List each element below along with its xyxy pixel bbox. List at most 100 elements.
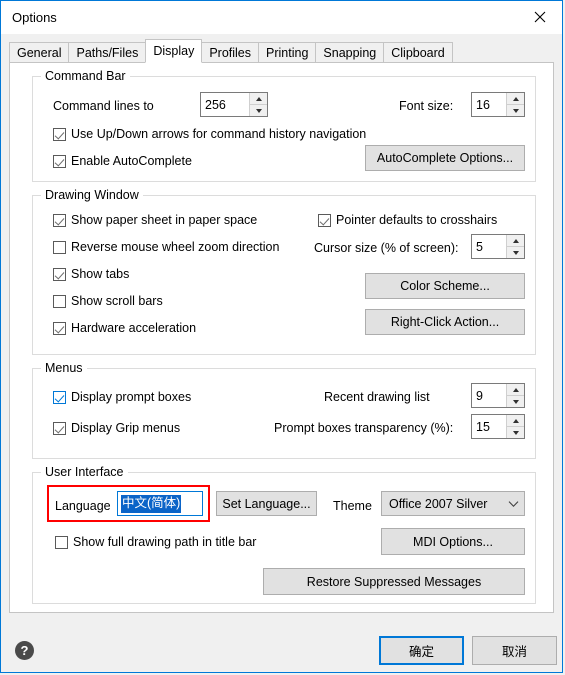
language-label: Language <box>55 499 111 513</box>
group-command-bar: Command Bar Command lines to 256 Font si… <box>32 69 536 182</box>
checkbox-label: Pointer defaults to crosshairs <box>336 213 498 227</box>
recent-drawing-list-stepper[interactable]: 9 <box>471 383 525 408</box>
checkbox-hardware-acceleration[interactable]: Hardware acceleration <box>53 321 196 335</box>
spinner-down-icon[interactable] <box>250 105 267 116</box>
checkbox-label: Show full drawing path in title bar <box>73 535 257 549</box>
checkbox-label: Display Grip menus <box>71 421 181 435</box>
spinner-up-icon[interactable] <box>507 415 524 427</box>
command-lines-label: Command lines to <box>53 99 154 113</box>
checkbox-box-icon <box>318 213 331 227</box>
group-user-interface-legend: User Interface <box>41 465 128 479</box>
language-value: 中文(简体) <box>121 494 182 513</box>
checkbox-box-icon <box>53 321 66 335</box>
group-drawing-window: Drawing Window Show paper sheet in paper… <box>32 188 536 355</box>
tab-strip: General Paths/Files Display Profiles Pri… <box>1 34 562 63</box>
group-menus: Menus Display prompt boxes Display Grip … <box>32 361 536 459</box>
theme-label: Theme <box>333 499 372 513</box>
autocomplete-options-button[interactable]: AutoComplete Options... <box>365 145 525 171</box>
checkbox-box-icon <box>53 213 66 227</box>
checkbox-label: Display prompt boxes <box>71 390 192 404</box>
prompt-transparency-value: 15 <box>476 419 490 434</box>
checkbox-label: Hardware acceleration <box>71 321 197 335</box>
tab-clipboard[interactable]: Clipboard <box>383 42 453 63</box>
checkbox-label: Enable AutoComplete <box>71 154 192 168</box>
restore-suppressed-messages-button[interactable]: Restore Suppressed Messages <box>263 568 525 595</box>
title-bar: Options <box>1 1 562 34</box>
help-icon[interactable]: ? <box>15 641 34 660</box>
tab-printing[interactable]: Printing <box>258 42 317 63</box>
checkbox-box-icon <box>53 294 66 308</box>
language-input[interactable]: 中文(简体) <box>117 491 203 516</box>
tab-display[interactable]: Display <box>145 39 203 63</box>
checkbox-show-full-drawing-path[interactable]: Show full drawing path in title bar <box>55 535 256 549</box>
display-tab-panel: Command Bar Command lines to 256 Font si… <box>9 62 554 613</box>
options-dialog: Options General Paths/Files Display Prof… <box>0 0 563 673</box>
theme-value: Office 2007 Silver <box>389 496 488 511</box>
checkbox-box-icon <box>53 127 66 141</box>
mdi-options-button[interactable]: MDI Options... <box>381 528 525 555</box>
font-size-label: Font size: <box>399 99 454 113</box>
spinner-down-icon[interactable] <box>507 396 524 407</box>
prompt-transparency-arrows <box>506 415 524 438</box>
font-size-stepper[interactable]: 16 <box>471 92 525 117</box>
spinner-up-icon[interactable] <box>507 93 524 105</box>
group-drawing-window-legend: Drawing Window <box>41 188 143 202</box>
checkbox-box-icon <box>53 390 66 404</box>
prompt-transparency-label: Prompt boxes transparency (%): <box>274 421 454 435</box>
checkbox-pointer-defaults-crosshairs[interactable]: Pointer defaults to crosshairs <box>318 213 497 227</box>
tab-paths-files[interactable]: Paths/Files <box>68 42 147 63</box>
checkbox-label: Reverse mouse wheel zoom direction <box>71 240 280 254</box>
cursor-size-arrows <box>506 235 524 258</box>
checkbox-show-tabs[interactable]: Show tabs <box>53 267 129 281</box>
checkbox-show-paper-sheet[interactable]: Show paper sheet in paper space <box>53 213 257 227</box>
tab-snapping[interactable]: Snapping <box>315 42 385 63</box>
cancel-button[interactable]: 取消 <box>472 636 557 665</box>
checkbox-box-icon <box>53 421 66 435</box>
checkbox-enable-autocomplete[interactable]: Enable AutoComplete <box>53 154 192 168</box>
checkbox-label: Show scroll bars <box>71 294 163 308</box>
group-user-interface: User Interface Language 中文(简体) Set Langu… <box>32 465 536 604</box>
ok-button[interactable]: 确定 <box>379 636 464 665</box>
font-size-arrows <box>506 93 524 116</box>
tab-general[interactable]: General <box>9 42 70 63</box>
recent-drawing-list-arrows <box>506 384 524 407</box>
right-click-action-button[interactable]: Right-Click Action... <box>365 309 525 335</box>
checkbox-label: Show paper sheet in paper space <box>71 213 258 227</box>
spinner-down-icon[interactable] <box>507 247 524 258</box>
spinner-down-icon[interactable] <box>507 105 524 116</box>
cursor-size-label: Cursor size (% of screen): <box>314 241 459 255</box>
color-scheme-button[interactable]: Color Scheme... <box>365 273 525 299</box>
checkbox-box-icon <box>55 535 68 549</box>
theme-select[interactable]: Office 2007 Silver <box>381 491 525 516</box>
spinner-down-icon[interactable] <box>507 427 524 438</box>
checkbox-display-prompt-boxes[interactable]: Display prompt boxes <box>53 390 191 404</box>
close-icon[interactable] <box>517 1 562 32</box>
checkbox-box-icon <box>53 240 66 254</box>
spinner-up-icon[interactable] <box>507 384 524 396</box>
checkbox-display-grip-menus[interactable]: Display Grip menus <box>53 421 180 435</box>
chevron-down-icon <box>502 500 524 508</box>
command-lines-arrows <box>249 93 267 116</box>
cursor-size-value: 5 <box>476 239 483 254</box>
cursor-size-stepper[interactable]: 5 <box>471 234 525 259</box>
checkbox-label: Use Up/Down arrows for command history n… <box>71 127 367 141</box>
tab-profiles[interactable]: Profiles <box>201 42 260 63</box>
font-size-value: 16 <box>476 97 490 112</box>
checkbox-box-icon <box>53 154 66 168</box>
recent-drawing-list-label: Recent drawing list <box>324 390 430 404</box>
spinner-up-icon[interactable] <box>507 235 524 247</box>
recent-drawing-list-value: 9 <box>476 388 483 403</box>
checkbox-show-scroll-bars[interactable]: Show scroll bars <box>53 294 163 308</box>
spinner-up-icon[interactable] <box>250 93 267 105</box>
command-lines-stepper[interactable]: 256 <box>200 92 268 117</box>
group-command-bar-legend: Command Bar <box>41 69 130 83</box>
page-title: Options <box>12 10 57 25</box>
command-lines-value: 256 <box>205 97 226 112</box>
prompt-transparency-stepper[interactable]: 15 <box>471 414 525 439</box>
set-language-button[interactable]: Set Language... <box>216 491 317 516</box>
checkbox-box-icon <box>53 267 66 281</box>
group-menus-legend: Menus <box>41 361 87 375</box>
checkbox-reverse-mouse-wheel[interactable]: Reverse mouse wheel zoom direction <box>53 240 279 254</box>
tab-list: General Paths/Files Display Profiles Pri… <box>9 39 453 63</box>
checkbox-use-updown-arrows[interactable]: Use Up/Down arrows for command history n… <box>53 127 366 141</box>
